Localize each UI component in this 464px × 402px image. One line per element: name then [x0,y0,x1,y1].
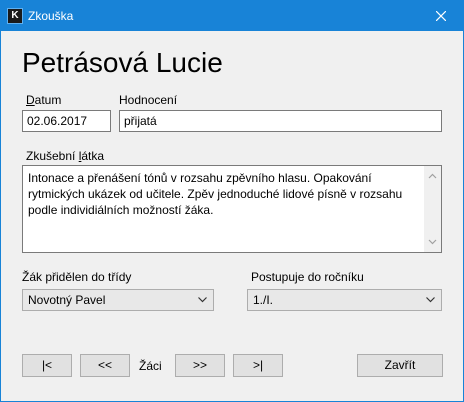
window-close-button[interactable] [419,1,463,31]
date-label: Datum [26,93,61,107]
chevron-down-icon [198,297,207,303]
year-label: Postupuje do ročníku [251,270,364,284]
material-text: Intonace a přenášení tónů v rozsahu zpěv… [28,170,426,218]
year-select-value: 1./I. [253,293,274,307]
material-line: rytmických ukázek od učitele. Zpěv jedno… [28,187,403,201]
material-label-suffix: átka [81,149,105,163]
class-label: Žák přidělen do třídy [22,270,132,284]
grade-field[interactable]: přijatá [119,110,442,132]
year-select[interactable]: 1./I. [247,289,442,311]
material-textarea[interactable]: Intonace a přenášení tónů v rozsahu zpěv… [22,165,442,253]
student-name-heading: Petrásová Lucie [22,47,223,78]
material-line: Intonace a přenášení tónů v rozsahu zpěv… [28,171,372,185]
scroll-down-icon[interactable] [428,237,437,246]
material-line: podle individiálních možností žáka. [28,203,214,217]
title-bar[interactable]: K Zkouška [1,1,463,31]
previous-record-button[interactable]: << [80,354,130,377]
dialog-body: Petrásová Lucie Datum Hodnocení 02.06.20… [1,31,463,401]
app-icon: K [7,8,23,24]
exam-window: K Zkouška Petrásová Lucie Datum Hodnocen… [0,0,464,402]
window-title: Zkouška [28,9,74,23]
grade-label: Hodnocení [119,93,178,107]
date-field[interactable]: 02.06.2017 [22,110,111,132]
first-record-button[interactable]: |< [22,354,72,377]
class-select-value: Novotný Pavel [28,293,106,307]
chevron-down-icon [426,297,435,303]
last-record-button[interactable]: >| [233,354,283,377]
close-button[interactable]: Zavřít [357,354,443,377]
vertical-scrollbar[interactable] [424,166,441,252]
close-icon [436,11,446,21]
date-label-accesskey: D [26,93,35,107]
date-label-text: atum [34,93,62,107]
class-select[interactable]: Novotný Pavel [22,289,214,311]
next-record-button[interactable]: >> [175,354,225,377]
material-label: Zkušební látka [26,149,104,163]
scroll-up-icon[interactable] [428,172,437,181]
material-label-prefix: Zkušební [26,149,79,163]
students-nav-label: Žáci [139,359,162,373]
